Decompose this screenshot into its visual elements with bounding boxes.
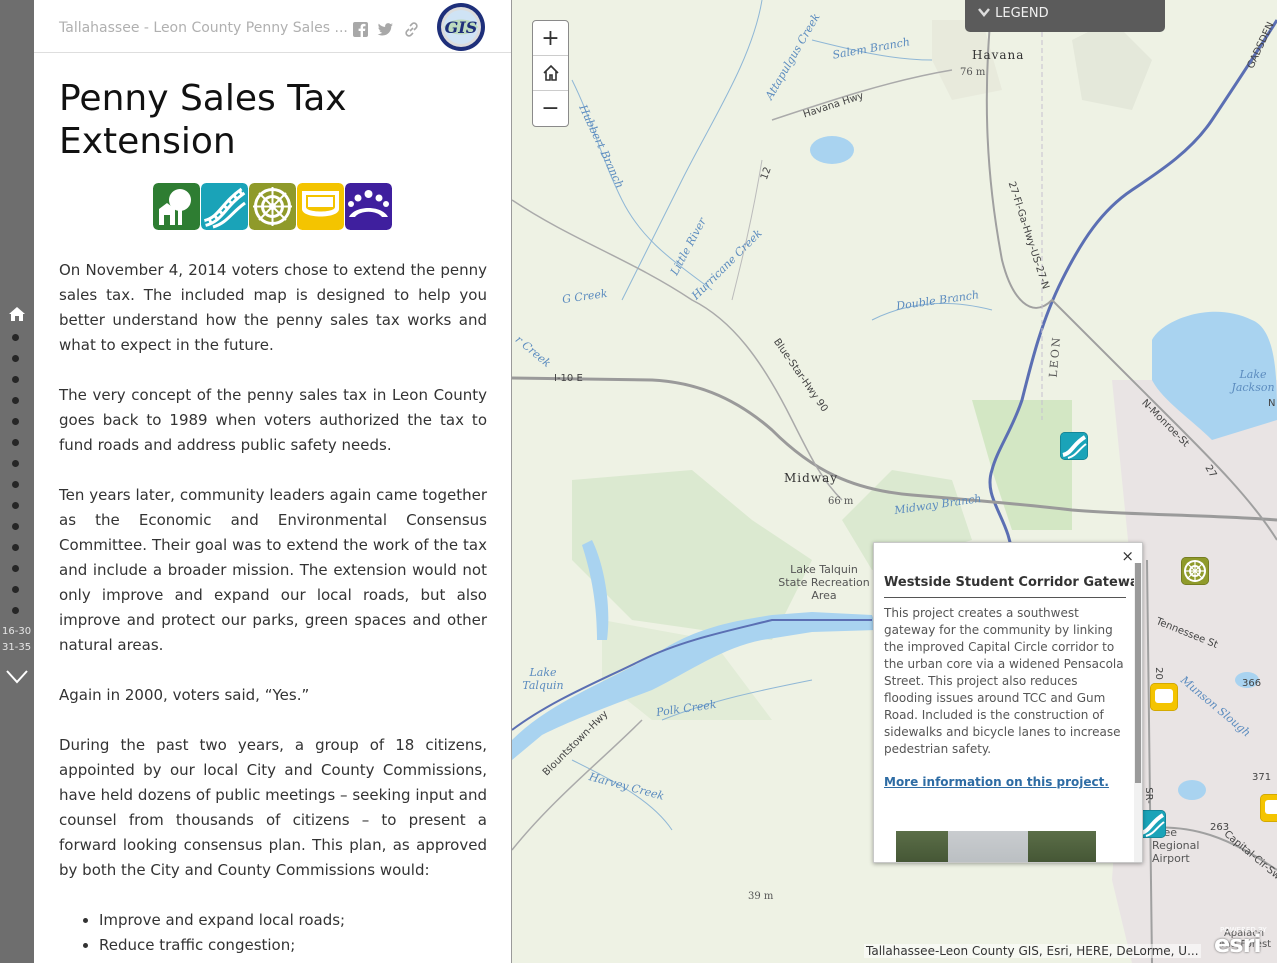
category-icon-bar [153, 183, 393, 231]
section-dot[interactable] [12, 418, 19, 425]
chevron-down-icon[interactable] [5, 666, 29, 688]
road-project-marker[interactable] [1060, 432, 1088, 460]
twitter-icon[interactable] [377, 21, 394, 38]
popup-scrollbar[interactable] [1134, 563, 1142, 862]
section-dot[interactable] [12, 355, 19, 362]
map-label: 76 m [960, 67, 986, 78]
section-dot[interactable] [12, 397, 19, 404]
goals-list: Improve and expand local roads; Reduce t… [59, 908, 487, 958]
panel-header: Tallahassee - Leon County Penny Sales ..… [34, 0, 511, 53]
section-navigation: 16-30 31-35 [0, 0, 34, 963]
wheel-project-marker[interactable] [1181, 557, 1209, 585]
story-paragraph: Again in 2000, voters said, “Yes.” [59, 686, 310, 704]
section-dot[interactable] [12, 460, 19, 467]
zoom-control: + − [532, 20, 569, 127]
target-wheel-icon [249, 183, 296, 230]
gis-logo[interactable]: GIS [436, 2, 486, 52]
story-body: On November 4, 2014 voters chose to exte… [59, 258, 487, 958]
zoom-in-button[interactable]: + [533, 21, 568, 56]
section-dot[interactable] [12, 481, 19, 488]
chevron-down-icon [978, 8, 990, 17]
map-label: Lake Talquin [522, 666, 564, 692]
map-label: I-10 E [554, 373, 583, 384]
map-label: 20 [1152, 667, 1164, 680]
stadium-icon [297, 183, 344, 230]
section-dot[interactable] [12, 439, 19, 446]
story-paragraph: Ten years later, community leaders again… [59, 486, 487, 654]
map-label: SR- [1142, 787, 1154, 804]
map-label: Lake Talquin State Recreation Area [778, 563, 870, 602]
map-view[interactable]: Havana 76 m Salem Branch Havana Hwy Atta… [512, 0, 1277, 963]
story-paragraph: During the past two years, a group of 18… [59, 736, 487, 879]
map-label: 366 [1242, 678, 1262, 689]
header-title: Tallahassee - Leon County Penny Sales ..… [59, 20, 348, 36]
popup-title: Westside Student Corridor Gateway [884, 575, 1142, 598]
section-range-label[interactable]: 16-30 [2, 626, 31, 637]
facebook-icon[interactable] [352, 21, 369, 38]
esri-logo[interactable]: POWERED BY esri [1214, 926, 1272, 960]
map-label: 371 [1252, 772, 1272, 783]
story-paragraph: On November 4, 2014 voters chose to exte… [59, 261, 487, 354]
section-dot[interactable] [12, 565, 19, 572]
home-icon [542, 64, 559, 81]
section-dot[interactable] [12, 502, 19, 509]
map-label: 66 m [828, 496, 854, 507]
list-item: Reduce traffic congestion; [99, 933, 487, 958]
story-map-app: 16-30 31-35 Tallahassee - Leon County Pe… [0, 0, 1277, 963]
project-info-link[interactable]: More information on this project. [884, 775, 1109, 789]
section-dot[interactable] [12, 523, 19, 530]
map-label: 39 m [748, 891, 774, 902]
section-range-label[interactable]: 31-35 [2, 642, 31, 653]
map-label: Lake Jackson [1231, 368, 1275, 394]
project-popup: × Westside Student Corridor Gateway This… [873, 542, 1143, 863]
popup-description: This project creates a southwest gateway… [884, 606, 1124, 756]
list-item: Improve and expand local roads; [99, 908, 487, 933]
story-title: Penny Sales Tax Extension [59, 78, 347, 162]
tree-park-icon [153, 183, 200, 230]
map-label: Midway [784, 471, 839, 485]
home-icon[interactable] [8, 305, 26, 323]
project-photo [896, 831, 1096, 862]
close-button[interactable]: × [1121, 547, 1134, 565]
section-dot[interactable] [12, 544, 19, 551]
section-dot[interactable] [12, 607, 19, 614]
logo-text: GIS [445, 18, 478, 37]
home-extent-button[interactable] [533, 56, 568, 91]
road-curve-icon [201, 183, 248, 230]
stadium-project-marker[interactable] [1260, 794, 1277, 822]
map-attribution: Tallahassee-Leon County GIS, Esri, HERE,… [864, 944, 1201, 958]
link-icon[interactable] [403, 21, 420, 38]
map-label: Havana [972, 48, 1025, 62]
section-dot[interactable] [12, 334, 19, 341]
stadium-project-marker[interactable] [1150, 683, 1178, 711]
section-dot[interactable] [12, 376, 19, 383]
community-people-icon [345, 183, 392, 230]
zoom-out-button[interactable]: − [533, 91, 568, 126]
story-paragraph: The very concept of the penny sales tax … [59, 386, 487, 454]
side-panel: Tallahassee - Leon County Penny Sales ..… [34, 0, 512, 963]
map-label: N [1268, 398, 1276, 409]
legend-toggle[interactable]: LEGEND [965, 0, 1165, 32]
legend-label: LEGEND [995, 6, 1049, 21]
section-dot[interactable] [12, 586, 19, 593]
